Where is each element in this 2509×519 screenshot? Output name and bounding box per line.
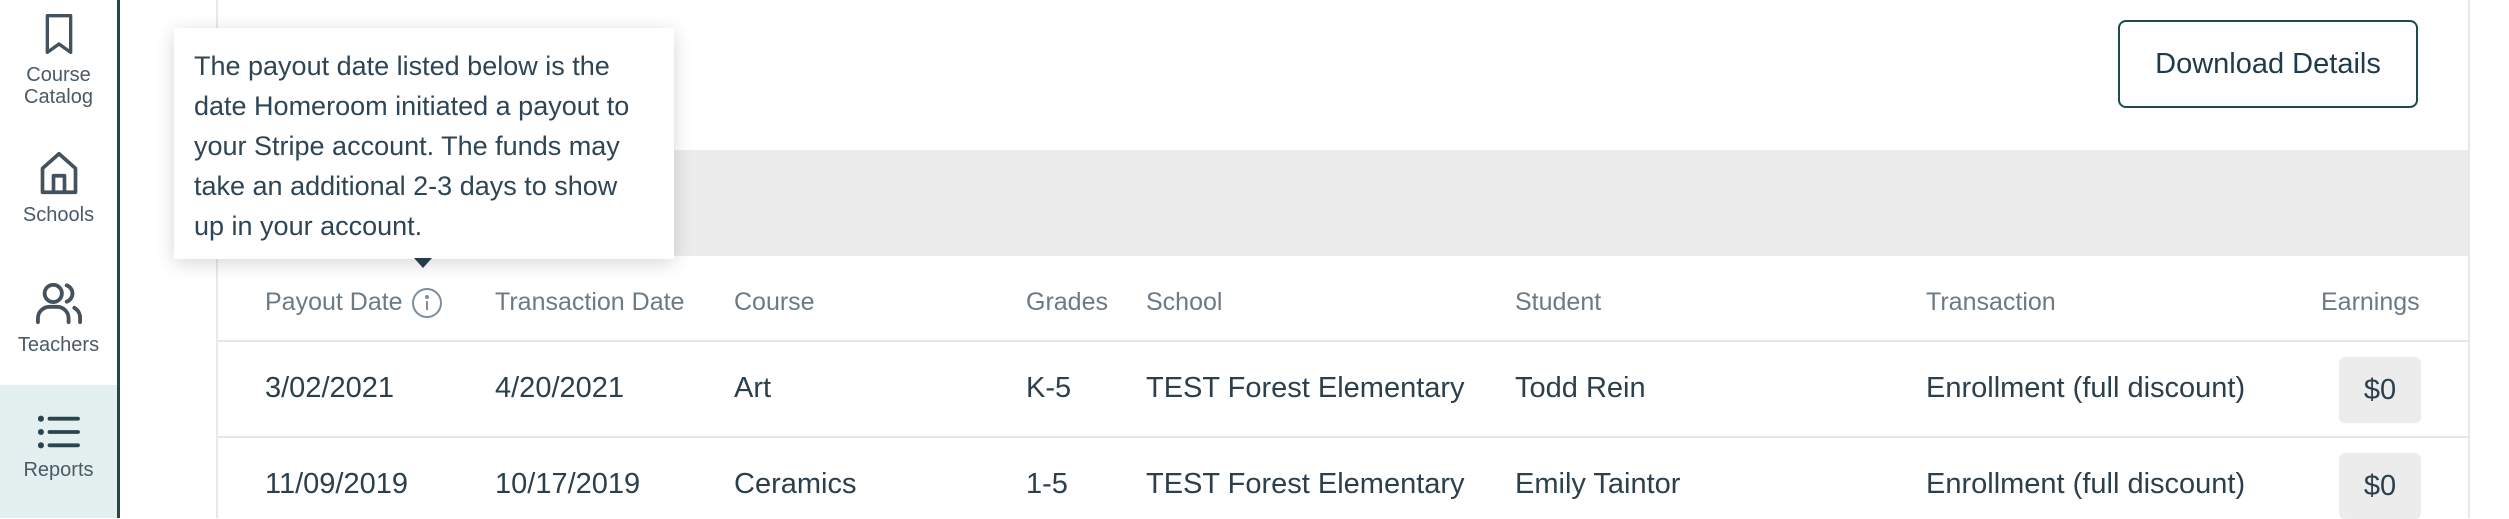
header-transaction-date[interactable]: Transaction Date <box>495 288 684 317</box>
header-payout-date[interactable]: Payout Date <box>265 288 403 317</box>
home-icon <box>40 151 77 195</box>
download-details-button[interactable]: Download Details <box>2118 20 2418 108</box>
cell-student: Emily Taintor <box>1515 468 1681 500</box>
sidebar-item-schools[interactable]: Schools <box>0 150 117 240</box>
row-divider <box>218 436 2468 438</box>
header-student[interactable]: Student <box>1515 288 1601 317</box>
cell-student: Todd Rein <box>1515 372 1646 404</box>
cell-school: TEST Forest Elementary <box>1146 372 1465 404</box>
users-icon <box>35 282 82 325</box>
sidebar-item-course-catalog[interactable]: Course Catalog <box>0 12 117 122</box>
sidebar: Course Catalog Schools Teachers Reports <box>0 0 120 518</box>
tooltip-arrow <box>414 258 432 268</box>
header-transaction[interactable]: Transaction <box>1926 288 2056 317</box>
cell-transaction: Enrollment (full discount) <box>1926 372 2246 404</box>
sidebar-item-teachers[interactable]: Teachers <box>0 280 117 370</box>
cell-course: Art <box>734 372 772 404</box>
cell-transaction-date: 4/20/2021 <box>495 372 625 404</box>
sidebar-item-label: Catalog <box>24 86 93 108</box>
row-divider <box>218 340 2468 342</box>
cell-course: Ceramics <box>734 468 857 500</box>
cell-payout-date: 11/09/2019 <box>265 468 408 500</box>
cell-transaction-date: 10/17/2019 <box>495 468 641 500</box>
payout-date-tooltip: The payout date listed below is the date… <box>174 28 674 259</box>
sidebar-item-label: Teachers <box>17 334 100 356</box>
cell-earnings: $0 <box>2339 453 2421 519</box>
sidebar-item-label: Reports <box>23 459 94 481</box>
cell-grades: K-5 <box>1026 372 1072 404</box>
bookmark-icon <box>45 13 72 54</box>
sidebar-item-reports[interactable]: Reports <box>0 385 117 518</box>
list-icon <box>37 415 80 449</box>
sidebar-item-label: Course <box>26 64 91 86</box>
header-grades[interactable]: Grades <box>1026 288 1108 317</box>
sidebar-item-label: Schools <box>22 204 95 226</box>
header-earnings[interactable]: Earnings <box>2321 288 2420 317</box>
cell-transaction: Enrollment (full discount) <box>1926 468 2246 500</box>
cell-school: TEST Forest Elementary <box>1146 468 1465 500</box>
cell-earnings: $0 <box>2339 357 2421 423</box>
header-school[interactable]: School <box>1146 288 1222 317</box>
info-icon[interactable] <box>411 287 443 319</box>
cell-grades: 1-5 <box>1026 468 1068 500</box>
cell-payout-date: 3/02/2021 <box>265 372 395 404</box>
header-course[interactable]: Course <box>734 288 815 317</box>
